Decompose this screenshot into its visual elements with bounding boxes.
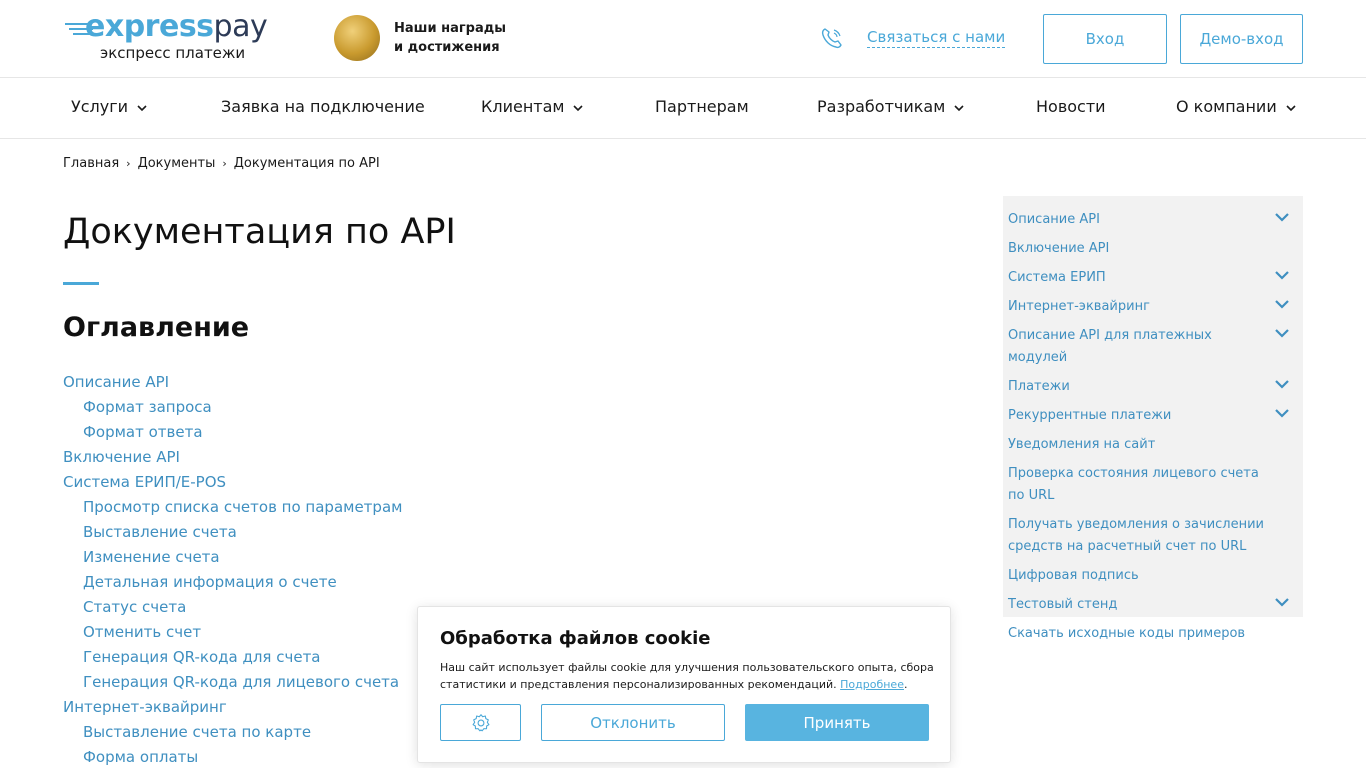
sidebar-item[interactable]: Описание API	[1008, 206, 1298, 235]
sidebar-item[interactable]: Уведомления на сайт	[1008, 431, 1298, 460]
sidebar-item[interactable]: Проверка состояния лицевого счета по URL	[1008, 460, 1298, 511]
phone-icon	[821, 28, 842, 49]
toc-link[interactable]: Формат запроса	[63, 395, 663, 420]
chevron-down-icon[interactable]	[1274, 328, 1290, 338]
toc-link[interactable]: Выставление счета	[63, 520, 663, 545]
sidebar-item-label: Описание API для платежных модулей	[1008, 328, 1212, 365]
gear-icon	[472, 713, 489, 731]
chevron-down-icon[interactable]	[1274, 270, 1290, 280]
toc-link[interactable]: Изменение счета	[63, 545, 663, 570]
sidebar-item[interactable]: Интернет-эквайринг	[1008, 293, 1298, 322]
toc-link[interactable]: Детальная информация о счете	[63, 570, 663, 595]
sidebar-item-label: Интернет-эквайринг	[1008, 299, 1150, 314]
cookie-title: Обработка файлов cookie	[440, 628, 711, 649]
nav-label: Разработчикам	[817, 97, 946, 116]
sidebar-item[interactable]: Рекуррентные платежи	[1008, 402, 1298, 431]
sidebar-item[interactable]: Тестовый стенд	[1008, 591, 1298, 620]
sidebar-item-label: Тестовый стенд	[1008, 597, 1118, 612]
expresspay-logo[interactable]: expresspay экспресс платежи	[63, 10, 268, 66]
logo-subtitle: экспресс платежи	[100, 44, 246, 62]
nav-item-clients[interactable]: Клиентам	[481, 96, 584, 118]
toc-link[interactable]: Формат ответа	[63, 420, 663, 445]
sidebar-item[interactable]: Платежи	[1008, 373, 1298, 402]
login-button[interactable]: Вход	[1043, 14, 1167, 64]
breadcrumb: Главная › Документы › Документация по API	[63, 155, 380, 173]
sidebar-item-label: Получать уведомления о зачислении средст…	[1008, 517, 1265, 554]
toc-link[interactable]: Просмотр списка счетов по параметрам	[63, 495, 663, 520]
cookie-settings-button[interactable]	[440, 704, 521, 741]
nav-label: Заявка на подключение	[221, 97, 425, 116]
sidebar-item[interactable]: Включение API	[1008, 235, 1298, 264]
nav-label: О компании	[1176, 97, 1277, 116]
main-nav: Услуги Заявка на подключение Клиентам Па…	[0, 78, 1366, 139]
sidebar-item-label: Уведомления на сайт	[1008, 437, 1156, 452]
sidebar-item-label: Система ЕРИП	[1008, 270, 1106, 285]
site-header: expresspay экспресс платежи Наши награды…	[0, 0, 1366, 78]
nav-item-partners[interactable]: Партнерам	[655, 96, 749, 118]
chevron-down-icon[interactable]	[1274, 408, 1290, 418]
chevron-down-icon	[137, 104, 147, 111]
docs-sidebar: Описание API Включение API Система ЕРИП …	[1003, 196, 1303, 641]
sidebar-item[interactable]: Система ЕРИП	[1008, 264, 1298, 293]
nav-item-about[interactable]: О компании	[1176, 96, 1297, 118]
breadcrumb-current: Документация по API	[233, 156, 380, 171]
cookie-more-link[interactable]: Подробнее	[840, 678, 904, 691]
chevron-right-icon: ›	[222, 157, 227, 170]
cookie-text: Наш сайт использует файлы cookie для улу…	[440, 659, 935, 693]
sidebar-item-label: Цифровая подпись	[1008, 568, 1139, 583]
page-title: Документация по API	[63, 212, 456, 252]
sidebar-item[interactable]: Описание API для платежных модулей	[1008, 322, 1298, 373]
sidebar-item-label: Проверка состояния лицевого счета по URL	[1008, 466, 1259, 503]
nav-item-apply[interactable]: Заявка на подключение	[221, 96, 425, 118]
sidebar-item[interactable]: Цифровая подпись	[1008, 562, 1298, 591]
award-line-1: Наши награды	[394, 21, 506, 36]
sidebar-item-label: Включение API	[1008, 241, 1110, 256]
cookie-period: .	[903, 678, 908, 691]
nav-item-news[interactable]: Новости	[1036, 96, 1106, 118]
toc-link[interactable]: Система ЕРИП/E-POS	[63, 470, 663, 495]
chevron-down-icon[interactable]	[1274, 597, 1290, 607]
chevron-down-icon[interactable]	[1274, 379, 1290, 389]
sidebar-item[interactable]: Скачать исходные коды примеров	[1008, 620, 1298, 649]
title-divider	[63, 282, 99, 285]
nav-label: Клиентам	[481, 97, 565, 116]
chevron-down-icon	[1286, 104, 1296, 111]
chevron-down-icon	[954, 104, 964, 111]
nav-item-developers[interactable]: Разработчикам	[817, 96, 965, 118]
awards-link[interactable]: Наши награды и достижения	[394, 19, 506, 57]
breadcrumb-documents[interactable]: Документы	[138, 156, 216, 171]
breadcrumb-home[interactable]: Главная	[63, 156, 119, 171]
award-medal-icon[interactable]	[334, 15, 380, 61]
nav-label: Услуги	[71, 97, 129, 116]
cookie-decline-button[interactable]: Отклонить	[541, 704, 725, 741]
award-line-2: и достижения	[394, 40, 500, 55]
toc-link[interactable]: Включение API	[63, 445, 663, 470]
sidebar-item-label: Описание API	[1008, 212, 1100, 227]
chevron-down-icon[interactable]	[1274, 299, 1290, 309]
chevron-down-icon	[573, 104, 584, 111]
nav-label: Партнерам	[655, 97, 749, 116]
sidebar-item-label: Рекуррентные платежи	[1008, 408, 1172, 423]
sidebar-item[interactable]: Получать уведомления о зачислении средст…	[1008, 511, 1298, 562]
cookie-accept-button[interactable]: Принять	[745, 704, 929, 741]
demo-login-button[interactable]: Демо-вход	[1180, 14, 1303, 64]
chevron-down-icon[interactable]	[1274, 212, 1290, 222]
toc-link[interactable]: Описание API	[63, 370, 663, 395]
sidebar-item-label: Скачать исходные коды примеров	[1008, 626, 1246, 641]
nav-item-services[interactable]: Услуги	[71, 96, 148, 118]
sidebar-item-label: Платежи	[1008, 379, 1070, 394]
nav-label: Новости	[1036, 97, 1106, 116]
cookie-banner: Обработка файлов cookie Наш сайт использ…	[417, 606, 951, 763]
chevron-right-icon: ›	[126, 157, 131, 170]
contact-us-link[interactable]: Связаться с нами	[867, 27, 1006, 48]
toc-heading: Оглавление	[63, 312, 250, 343]
logo-wordmark: expresspay	[85, 9, 268, 44]
